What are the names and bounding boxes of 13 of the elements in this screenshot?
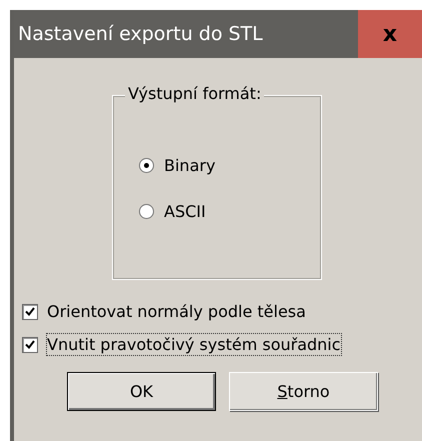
window-title: Nastavení exportu do STL (17, 23, 263, 45)
close-button[interactable]: x (358, 10, 422, 58)
cancel-button[interactable]: Storno (229, 372, 378, 411)
radio-button[interactable] (139, 158, 154, 173)
checkbox-label: Orientovat normály podle tělesa (46, 301, 307, 323)
checkbox[interactable] (22, 336, 38, 352)
radio-button[interactable] (139, 204, 154, 219)
group-label: Výstupní formát: (125, 84, 264, 103)
radio-label: ASCII (164, 202, 206, 221)
ok-button[interactable]: OK (67, 372, 216, 411)
checkbox-label: Vnutit pravotočivý systém souřadnic (46, 333, 342, 356)
checkbox[interactable] (22, 304, 38, 320)
radio-label: Binary (164, 156, 216, 175)
